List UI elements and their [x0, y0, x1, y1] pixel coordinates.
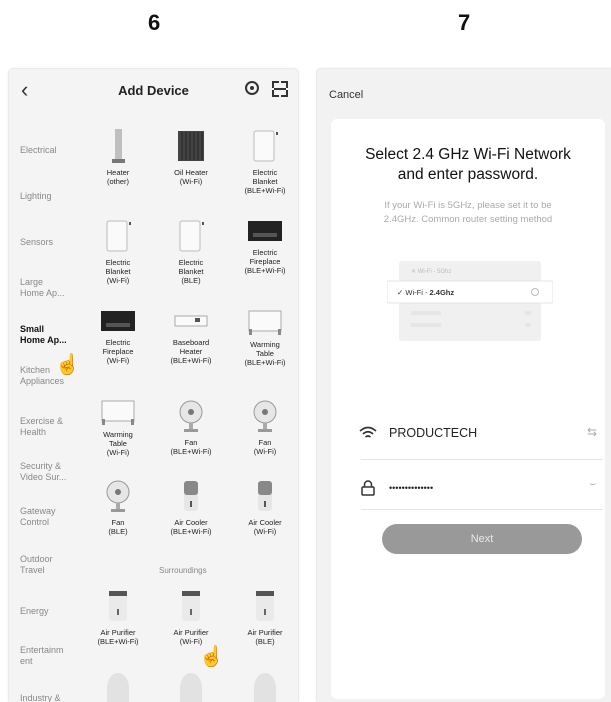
category-item[interactable]: Large Home Ap... [20, 277, 80, 299]
warming-table-icon [232, 309, 298, 340]
device-tile[interactable]: Electric Blanket (BLE) [158, 219, 224, 285]
svg-text:✕ Wi-Fi - 5Ghz: ✕ Wi-Fi - 5Ghz [411, 269, 451, 275]
illus-24ghz-prefix: Wi-Fi - [405, 288, 429, 297]
device-tile[interactable]: Heater (other) [85, 129, 151, 186]
category-item[interactable]: Entertainm ent [20, 645, 80, 667]
air-purifier-icon [85, 589, 151, 628]
auto-scan-icon[interactable] [245, 81, 259, 95]
wifi-card: Select 2.4 GHz Wi-Fi Network and enter pa… [331, 119, 605, 699]
device-tile[interactable]: Air Cooler (Wi-Fi) [232, 479, 298, 536]
baseboard-heater-icon [158, 309, 224, 338]
wifi-subtext: If your Wi-Fi is 5GHz, please set it to … [383, 200, 553, 225]
tap-hand-icon: ☝ [55, 354, 80, 376]
category-item[interactable]: Gateway Control [20, 506, 80, 528]
step-number-6: 6 [148, 10, 161, 35]
oil-heater-icon [158, 129, 224, 168]
category-item[interactable]: Sensors [20, 237, 80, 248]
device-tile[interactable]: Fan (Wi-Fi) [232, 399, 298, 456]
device-label: Oil Heater (Wi-Fi) [174, 168, 208, 186]
category-item[interactable]: Electrical [20, 145, 80, 156]
illus-24ghz-bold: 2.4Ghz [430, 288, 455, 297]
device-tile[interactable]: Air Purifier (BLE) [232, 589, 298, 646]
device-label: Electric Fireplace (BLE+Wi-Fi) [244, 248, 286, 275]
device-label: Warming Table (Wi-Fi) [103, 430, 133, 457]
category-item[interactable]: Outdoor Travel [20, 554, 80, 576]
device-label: Fan (BLE+Wi-Fi) [170, 438, 212, 456]
scan-qr-icon[interactable] [272, 81, 288, 97]
device-label: Air Cooler (Wi-Fi) [248, 518, 282, 536]
category-item[interactable]: Security & Video Sur... [20, 461, 80, 483]
air-cooler-icon [158, 479, 224, 518]
device-tile[interactable]: Electric Fireplace (BLE+Wi-Fi) [232, 219, 298, 275]
divider [361, 459, 603, 460]
device-label: Fan (Wi-Fi) [253, 438, 277, 456]
warming-table-icon [85, 399, 151, 430]
device-tile[interactable]: Warming Table (Wi-Fi) [85, 399, 151, 457]
device-label: Air Cooler (BLE+Wi-Fi) [170, 518, 212, 536]
device-label: Heater (other) [106, 168, 130, 186]
wifi-icon [359, 426, 377, 438]
fireplace-icon [232, 219, 298, 248]
fan-icon [232, 399, 298, 438]
electric-blanket-icon [232, 129, 298, 168]
category-item[interactable]: Lighting [20, 191, 80, 202]
tap-hand-icon: ☝ [199, 646, 224, 668]
svg-text:✓ Wi-Fi - 2.4Ghz: ✓ Wi-Fi - 2.4Ghz [397, 288, 454, 297]
device-tile[interactable]: Fan (BLE+Wi-Fi) [158, 399, 224, 456]
category-item[interactable]: Small Home Ap... [20, 324, 80, 346]
next-button[interactable]: Next [382, 524, 582, 554]
device-tile[interactable]: Air Cooler (BLE+Wi-Fi) [158, 479, 224, 536]
device-label: Air Purifier (BLE+Wi-Fi) [97, 628, 139, 646]
step-number-7: 7 [458, 10, 471, 35]
device-tile[interactable]: Air Purifier (BLE+Wi-Fi) [85, 589, 151, 646]
device-tile[interactable]: Warming Table (BLE+Wi-Fi) [232, 309, 298, 367]
section-label: Surroundings [159, 566, 207, 575]
switch-network-icon[interactable]: ⇆ [587, 425, 597, 439]
device-label: Fan (BLE) [108, 518, 128, 536]
air-purifier-icon [107, 673, 129, 702]
device-label: Electric Blanket (Wi-Fi) [105, 258, 131, 285]
electric-blanket-icon [158, 219, 224, 258]
wifi-network-selector[interactable]: PRODUCTECH ⇆ [359, 421, 605, 445]
fireplace-icon [85, 309, 151, 338]
device-label: Warming Table (BLE+Wi-Fi) [244, 340, 286, 367]
air-cooler-icon [232, 479, 298, 518]
device-tile[interactable]: Fan (BLE) [85, 479, 151, 536]
device-tile[interactable]: Oil Heater (Wi-Fi) [158, 129, 224, 186]
network-name: PRODUCTECH [389, 426, 478, 440]
category-item[interactable]: Energy [20, 606, 80, 617]
wifi-setup-screen: Cancel Select 2.4 GHz Wi-Fi Network and e… [317, 69, 611, 702]
device-label: Electric Blanket (BLE) [178, 258, 204, 285]
show-password-icon[interactable]: ⌣ [589, 478, 596, 491]
electric-blanket-icon [85, 219, 151, 258]
air-purifier-icon [254, 673, 276, 702]
device-tile[interactable]: Air Purifier (Wi-Fi) [158, 589, 224, 646]
device-tile[interactable]: Electric Blanket (BLE+Wi-Fi) [232, 129, 298, 195]
wifi-heading: Select 2.4 GHz Wi-Fi Network and enter pa… [365, 146, 571, 183]
cancel-link[interactable]: Cancel [329, 89, 363, 101]
device-tile[interactable]: Electric Fireplace (Wi-Fi) [85, 309, 151, 365]
password-value: •••••••••••••• [389, 483, 434, 493]
device-tile[interactable]: Electric Blanket (Wi-Fi) [85, 219, 151, 285]
category-item[interactable]: Exercise & Health [20, 416, 80, 438]
wifi-illustration: ✕ Wi-Fi - 5Ghz ✓ Wi-Fi - 2.4Ghz [387, 261, 553, 341]
air-purifier-icon [180, 673, 202, 702]
air-purifier-icon [158, 589, 224, 628]
fan-icon [85, 479, 151, 518]
air-purifier-icon [232, 589, 298, 628]
header: ‹ Add Device [9, 69, 298, 109]
password-field[interactable]: •••••••••••••• ⌣ [359, 476, 605, 500]
divider [361, 509, 603, 510]
add-device-screen: ‹ Add Device Electrical Lighting Sensors La… [9, 69, 298, 702]
category-item[interactable]: Industry & [20, 693, 80, 702]
illus-5ghz-label: Wi-Fi - 5Ghz [418, 269, 452, 275]
lock-icon [361, 480, 375, 496]
device-label: Electric Fireplace (Wi-Fi) [102, 338, 134, 365]
device-label: Air Purifier (BLE) [247, 628, 283, 646]
fan-icon [158, 399, 224, 438]
device-label: Electric Blanket (BLE+Wi-Fi) [244, 168, 286, 195]
heater-icon [85, 129, 151, 168]
device-tile[interactable]: Baseboard Heater (BLE+Wi-Fi) [158, 309, 224, 365]
device-label: Baseboard Heater (BLE+Wi-Fi) [170, 338, 212, 365]
